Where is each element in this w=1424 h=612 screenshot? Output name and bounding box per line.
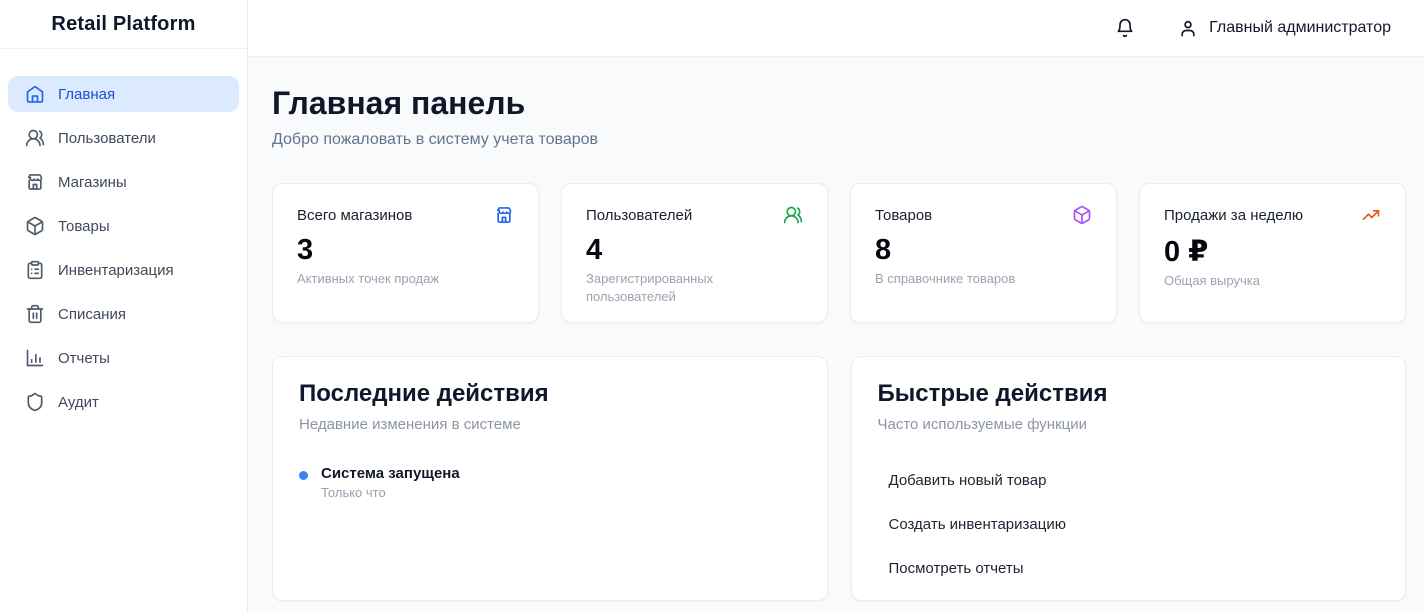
clipboard-icon [25,260,45,280]
stat-label: Всего магазинов [297,207,412,224]
stat-card-sales: Продажи за неделю 0 ₽ Общая выручка [1139,183,1406,323]
quick-actions-list: Добавить новый товар Создать инвентариза… [878,458,1380,590]
stats-row: Всего магазинов 3 Активных точек продаж … [272,183,1406,323]
quick-action-add-product[interactable]: Добавить новый товар [878,458,1380,502]
stat-label: Товаров [875,207,932,224]
activity-list: Система запущена Только что [299,465,801,500]
home-icon [25,84,45,104]
users-icon [25,128,45,148]
stat-card-stores: Всего магазинов 3 Активных точек продаж [272,183,539,323]
panel-subtitle: Недавние изменения в системе [299,416,801,433]
panel-title: Быстрые действия [878,380,1380,408]
stat-sub: Активных точек продаж [297,270,467,288]
stat-label: Продажи за неделю [1164,207,1303,224]
package-icon [1072,205,1092,225]
user-menu[interactable]: Главный администратор [1178,18,1391,38]
panel-title: Последние действия [299,380,801,408]
recent-activity-panel: Последние действия Недавние изменения в … [272,356,828,601]
sidebar-item-label: Товары [58,218,110,235]
stat-value: 3 [297,234,514,267]
page-subtitle: Добро пожаловать в систему учета товаров [272,131,1406,149]
stat-card-users: Пользователей 4 Зарегистрированных польз… [561,183,828,323]
activity-item: Система запущена Только что [299,465,801,500]
trending-up-icon [1361,205,1381,225]
status-dot [299,471,308,480]
quick-actions-panel: Быстрые действия Часто используемые функ… [851,356,1407,601]
page-content: Главная панель Добро пожаловать в систем… [248,57,1424,612]
sidebar-item-label: Пользователи [58,130,156,147]
stat-value: 0 ₽ [1164,234,1381,269]
store-icon [494,205,514,225]
store-icon [25,172,45,192]
stat-label: Пользователей [586,207,692,224]
user-name: Главный администратор [1209,19,1391,37]
stat-sub: В справочнике товаров [875,270,1045,288]
sidebar-item-label: Отчеты [58,350,110,367]
users-icon [783,205,803,225]
quick-action-create-inventory[interactable]: Создать инвентаризацию [878,502,1380,546]
topbar: Главный администратор [248,0,1424,57]
panels-row: Последние действия Недавние изменения в … [272,356,1406,601]
sidebar-nav: Главная Пользователи Магазины Товары [0,49,247,420]
stat-value: 4 [586,234,803,267]
user-icon [1178,18,1198,38]
sidebar-item-stores[interactable]: Магазины [8,164,239,200]
bar-chart-icon [25,348,45,368]
stat-value: 8 [875,234,1092,267]
shield-icon [25,392,45,412]
stat-sub: Зарегистрированных пользователей [586,270,756,306]
sidebar-item-products[interactable]: Товары [8,208,239,244]
quick-action-view-reports[interactable]: Посмотреть отчеты [878,546,1380,590]
stat-sub: Общая выручка [1164,272,1334,290]
app-root: Retail Platform Главная Пользователи Маг… [0,0,1424,612]
trash-icon [25,304,45,324]
panel-subtitle: Часто используемые функции [878,416,1380,433]
sidebar-item-users[interactable]: Пользователи [8,120,239,156]
package-icon [25,216,45,236]
sidebar-item-label: Аудит [58,394,99,411]
sidebar-item-writeoffs[interactable]: Списания [8,296,239,332]
sidebar-item-audit[interactable]: Аудит [8,384,239,420]
app-logo: Retail Platform [0,0,247,49]
sidebar-item-inventory[interactable]: Инвентаризация [8,252,239,288]
main-column: Главный администратор Главная панель Доб… [248,0,1424,612]
sidebar-item-label: Инвентаризация [58,262,174,279]
sidebar-item-reports[interactable]: Отчеты [8,340,239,376]
bell-icon [1115,18,1135,38]
sidebar: Retail Platform Главная Пользователи Маг… [0,0,248,612]
notifications-button[interactable] [1115,18,1135,38]
sidebar-item-home[interactable]: Главная [8,76,239,112]
stat-card-products: Товаров 8 В справочнике товаров [850,183,1117,323]
sidebar-item-label: Списания [58,306,126,323]
activity-title: Система запущена [321,465,460,482]
sidebar-item-label: Магазины [58,174,127,191]
page-title: Главная панель [272,85,1406,122]
activity-time: Только что [321,485,460,500]
sidebar-item-label: Главная [58,86,115,103]
